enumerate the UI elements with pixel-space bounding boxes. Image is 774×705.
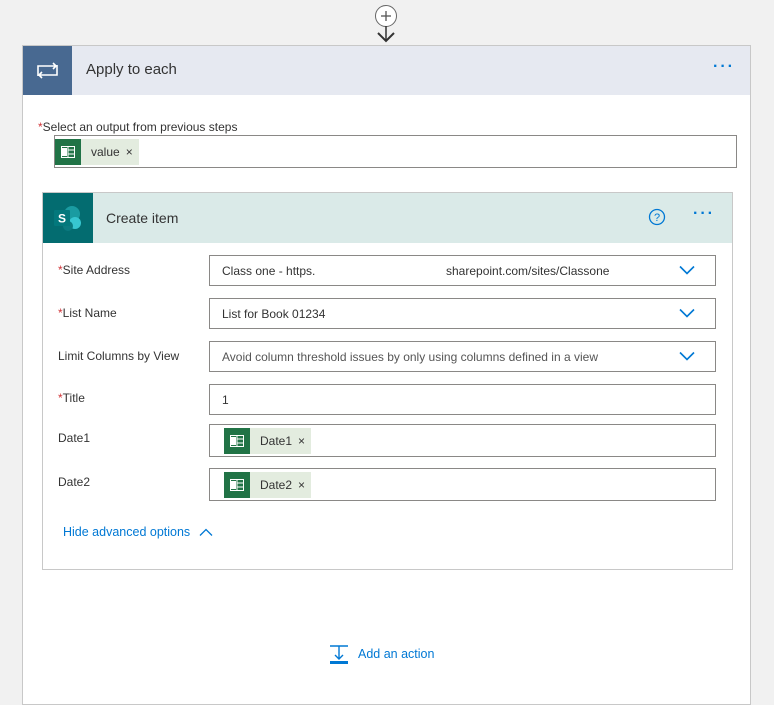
chevron-down-icon[interactable] bbox=[679, 308, 695, 318]
add-action-icon bbox=[330, 645, 348, 664]
site-address-dropdown[interactable]: Class one - https. sharepoint.com/sites/… bbox=[209, 255, 716, 286]
remove-token-button[interactable]: × bbox=[126, 145, 139, 159]
token-label: Date1 bbox=[260, 434, 293, 448]
site-address-value-tail: sharepoint.com/sites/Classone bbox=[446, 264, 610, 278]
date1-input[interactable]: Date1 × bbox=[209, 424, 716, 457]
create-item-card: S Create item ? ··· *Site Address Class … bbox=[42, 192, 733, 570]
site-address-label-text: Site Address bbox=[62, 263, 131, 277]
date1-label: Date1 bbox=[58, 431, 91, 445]
token-label: Date2 bbox=[260, 478, 293, 492]
svg-text:?: ? bbox=[654, 212, 660, 224]
value-token[interactable]: value × bbox=[55, 139, 139, 165]
excel-icon bbox=[224, 472, 250, 498]
select-output-label: *Select an output from previous steps bbox=[38, 120, 237, 134]
chevron-up-icon bbox=[199, 528, 213, 536]
limit-columns-dropdown[interactable]: Avoid column threshold issues by only us… bbox=[209, 341, 716, 372]
title-label: *Title bbox=[58, 391, 85, 405]
date2-token[interactable]: Date2 × bbox=[224, 472, 312, 498]
add-an-action-label: Add an action bbox=[358, 647, 435, 661]
date2-input[interactable]: Date2 × bbox=[209, 468, 716, 501]
site-address-value: Class one - https. bbox=[222, 264, 316, 278]
list-name-label-text: List Name bbox=[62, 306, 117, 320]
svg-text:S: S bbox=[58, 212, 66, 226]
chevron-down-icon[interactable] bbox=[679, 265, 695, 275]
list-name-label: *List Name bbox=[58, 306, 117, 320]
plus-icon bbox=[381, 11, 391, 21]
sharepoint-icon: S bbox=[43, 193, 93, 243]
select-output-input[interactable]: value × bbox=[54, 135, 737, 168]
create-item-header[interactable]: S Create item ? ··· bbox=[43, 193, 732, 243]
create-item-more-button[interactable]: ··· bbox=[693, 205, 715, 223]
select-output-label-text: Select an output from previous steps bbox=[42, 120, 238, 134]
title-label-text: Title bbox=[62, 391, 85, 405]
title-value: 1 bbox=[222, 393, 229, 407]
limit-columns-value: Avoid column threshold issues by only us… bbox=[222, 350, 598, 364]
list-name-dropdown[interactable]: List for Book 01234 bbox=[209, 298, 716, 329]
title-input[interactable]: 1 bbox=[209, 384, 716, 415]
chevron-down-icon[interactable] bbox=[679, 351, 695, 361]
remove-token-button[interactable]: × bbox=[298, 434, 311, 448]
list-name-value: List for Book 01234 bbox=[222, 307, 326, 321]
insert-step-button[interactable] bbox=[375, 5, 397, 27]
apply-to-each-more-button[interactable]: ··· bbox=[713, 58, 735, 76]
apply-to-each-header[interactable]: Apply to each ··· bbox=[23, 46, 750, 95]
apply-to-each-card: Apply to each ··· *Select an output from… bbox=[22, 45, 751, 705]
site-address-label: *Site Address bbox=[58, 263, 130, 277]
loop-icon bbox=[23, 46, 72, 95]
add-an-action-button[interactable]: Add an action bbox=[328, 643, 434, 665]
help-icon[interactable]: ? bbox=[648, 208, 666, 226]
hide-advanced-options-label: Hide advanced options bbox=[63, 525, 191, 539]
excel-icon bbox=[55, 139, 81, 165]
remove-token-button[interactable]: × bbox=[298, 478, 311, 492]
hide-advanced-options-link[interactable]: Hide advanced options bbox=[63, 525, 213, 539]
token-label: value bbox=[91, 145, 120, 159]
date1-token[interactable]: Date1 × bbox=[224, 428, 312, 454]
create-item-title: Create item bbox=[106, 210, 179, 226]
apply-to-each-title: Apply to each bbox=[86, 61, 177, 78]
connector-arrow-icon bbox=[377, 26, 395, 43]
limit-columns-label: Limit Columns by View bbox=[58, 349, 180, 363]
excel-icon bbox=[224, 428, 250, 454]
date2-label: Date2 bbox=[58, 475, 91, 489]
